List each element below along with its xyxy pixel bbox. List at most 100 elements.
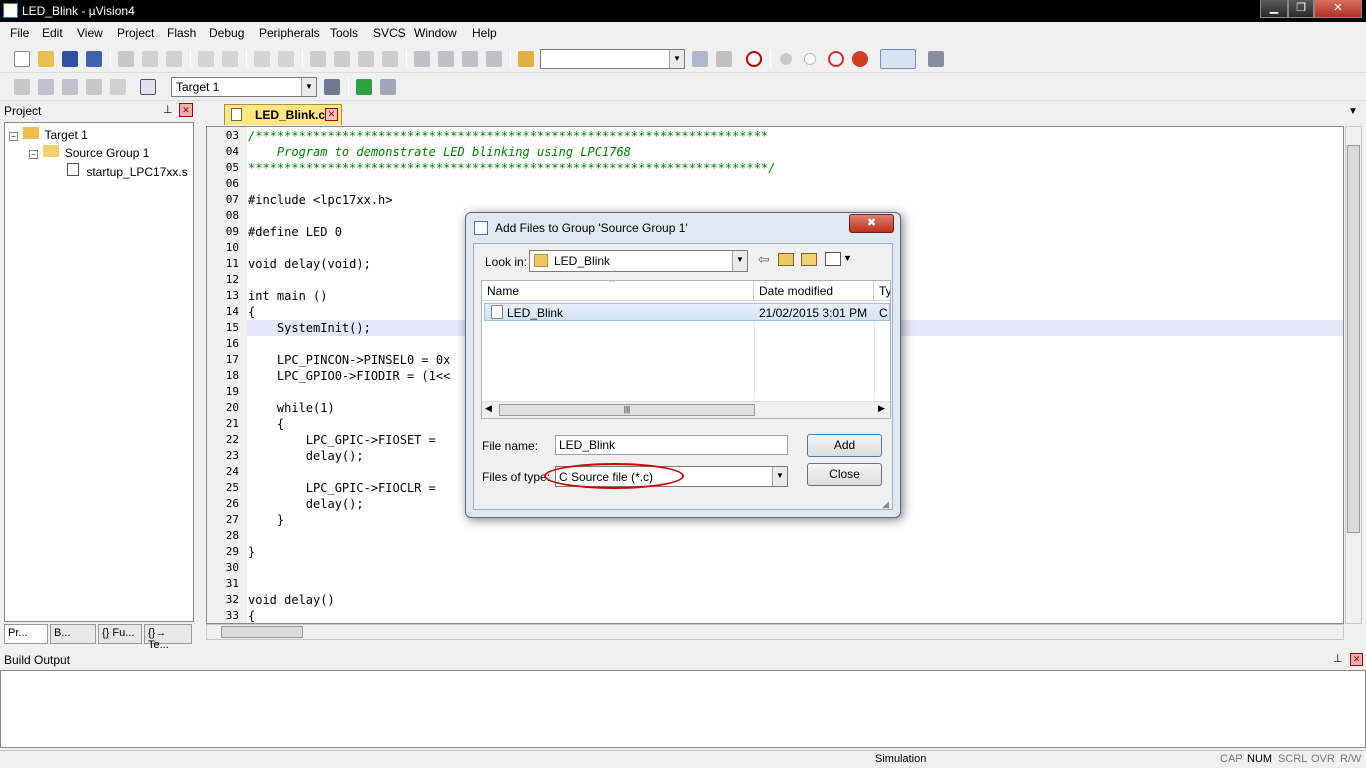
new-folder-icon[interactable] <box>801 253 817 266</box>
indent-icon[interactable] <box>414 51 430 67</box>
debug-session-icon[interactable] <box>746 51 762 67</box>
menu-tools[interactable]: Tools <box>330 26 358 40</box>
menu-window[interactable]: Window <box>414 26 457 40</box>
dialog-close-button[interactable]: ✖ <box>849 214 894 233</box>
cut-icon[interactable] <box>118 51 134 67</box>
menu-svcs[interactable]: SVCS <box>373 26 406 40</box>
batch-build-icon[interactable] <box>86 79 102 95</box>
line-number: 31 <box>225 577 239 590</box>
save-icon[interactable] <box>62 51 78 67</box>
menu-help[interactable]: Help <box>472 26 497 40</box>
column-header-type[interactable]: Ty <box>874 281 891 301</box>
tree-node-source-group[interactable]: − Source Group 1 <box>29 145 149 160</box>
undo-icon[interactable] <box>198 51 214 67</box>
incremental-find-icon[interactable] <box>716 51 732 67</box>
build-icon[interactable] <box>38 79 54 95</box>
menu-peripherals[interactable]: Peripherals <box>259 26 320 40</box>
menu-edit[interactable]: Edit <box>42 26 63 40</box>
close-tab-icon[interactable]: ✕ <box>325 108 338 121</box>
bookmark-icon[interactable] <box>310 51 326 67</box>
tab-list-icon[interactable]: ▼ <box>1348 106 1358 117</box>
close-pane-icon[interactable]: ✕ <box>179 103 193 117</box>
new-file-icon[interactable] <box>14 51 30 67</box>
resize-grip-icon[interactable]: ◢ <box>882 499 889 510</box>
column-date-label: Date modified <box>759 284 834 298</box>
breakpoint-disable-all-icon[interactable] <box>828 51 844 67</box>
up-folder-icon[interactable] <box>778 253 794 266</box>
collapse-icon[interactable]: − <box>9 132 18 141</box>
close-button[interactable]: Close <box>807 463 882 486</box>
look-in-select[interactable]: LED_Blink ▼ <box>529 250 748 272</box>
bookmark-clear-icon[interactable] <box>382 51 398 67</box>
editor-vscrollbar[interactable] <box>1345 126 1362 624</box>
unindent-icon[interactable] <box>438 51 454 67</box>
menu-file[interactable]: File <box>10 26 29 40</box>
menu-project[interactable]: Project <box>117 26 154 40</box>
open-folder-icon[interactable] <box>38 51 54 67</box>
copy-icon[interactable] <box>142 51 158 67</box>
target-options-icon[interactable] <box>324 79 340 95</box>
redo-icon[interactable] <box>222 51 238 67</box>
tab-led-blink[interactable]: LED_Blink.c ✕ <box>224 104 342 125</box>
bookmark-next-icon[interactable] <box>358 51 374 67</box>
column-header-name[interactable]: Name ^ <box>482 281 754 301</box>
dialog-title: Add Files to Group 'Source Group 1' <box>495 221 688 235</box>
editor-hscrollbar[interactable] <box>206 624 1344 640</box>
editor-vscroll-thumb[interactable] <box>1347 145 1360 533</box>
tab-project[interactable]: Pr... <box>4 624 48 644</box>
target-select[interactable]: Target 1 ▼ <box>171 77 317 97</box>
scroll-right-icon[interactable]: ▶ <box>878 403 885 414</box>
menu-debug[interactable]: Debug <box>209 26 244 40</box>
column-type-label: Ty <box>879 284 891 298</box>
tab-templates[interactable]: {}→ Te... <box>144 624 192 651</box>
back-arrow-icon[interactable]: ⇦ <box>758 251 770 268</box>
breakpoint-icon[interactable] <box>780 53 792 65</box>
tree-node-startup-file[interactable]: startup_LPC17xx.s <box>67 163 188 179</box>
stop-build-icon[interactable] <box>110 79 126 95</box>
maximize-button[interactable]: ❐ <box>1288 0 1314 18</box>
manage-components-icon[interactable] <box>356 79 372 95</box>
file-row-led-blink[interactable]: LED_Blink 21/02/2015 3:01 PM C <box>484 303 890 321</box>
nav-forward-icon[interactable] <box>278 51 294 67</box>
files-of-type-label: Files of type: <box>482 470 551 484</box>
rebuild-icon[interactable] <box>62 79 78 95</box>
nav-back-icon[interactable] <box>254 51 270 67</box>
menu-flash[interactable]: Flash <box>167 26 196 40</box>
editor-hscroll-thumb[interactable] <box>221 626 303 638</box>
save-all-icon[interactable] <box>86 51 102 67</box>
project-tree: − Target 1 − Source Group 1 startup_LPC1… <box>4 122 194 622</box>
load-icon[interactable] <box>140 79 156 95</box>
scroll-left-icon[interactable]: ◀ <box>485 403 492 414</box>
find-in-files-icon[interactable] <box>518 51 534 67</box>
build-output-text[interactable] <box>0 670 1366 748</box>
comment-icon[interactable] <box>462 51 478 67</box>
close-pane-icon[interactable]: ✕ <box>1350 653 1363 666</box>
file-name-input[interactable]: LED_Blink <box>555 435 788 455</box>
close-window-button[interactable]: ✕ <box>1314 0 1362 18</box>
view-menu-icon[interactable] <box>825 252 841 266</box>
breakpoint-disable-icon[interactable] <box>804 53 816 65</box>
translate-icon[interactable] <box>14 79 30 95</box>
paste-icon[interactable] <box>166 51 182 67</box>
breakpoint-kill-all-icon[interactable] <box>852 51 868 67</box>
pin-icon[interactable]: ⊥ <box>1333 652 1343 665</box>
tab-books[interactable]: B... <box>50 624 96 644</box>
menu-view[interactable]: View <box>77 26 103 40</box>
uncomment-icon[interactable] <box>486 51 502 67</box>
file-list-hscroll-thumb[interactable]: ||| <box>499 404 755 416</box>
file-list-hscrollbar[interactable]: ◀ ||| ▶ <box>482 401 890 418</box>
select-packs-icon[interactable] <box>380 79 396 95</box>
tab-functions[interactable]: {} Fu... <box>98 624 142 644</box>
minimize-button[interactable]: ▁ <box>1260 0 1288 18</box>
find-combo[interactable]: ▼ <box>540 49 685 69</box>
window-layout-icon[interactable] <box>880 49 916 69</box>
configure-icon[interactable] <box>928 51 944 67</box>
find-icon[interactable] <box>692 51 708 67</box>
view-dropdown-icon[interactable]: ▼ <box>843 253 852 263</box>
pin-icon[interactable]: ⊥ <box>163 103 173 116</box>
add-button[interactable]: Add <box>807 434 882 457</box>
bookmark-prev-icon[interactable] <box>334 51 350 67</box>
collapse-icon[interactable]: − <box>29 150 38 159</box>
column-header-date[interactable]: Date modified <box>754 281 874 301</box>
tree-node-target[interactable]: − Target 1 <box>9 127 88 142</box>
